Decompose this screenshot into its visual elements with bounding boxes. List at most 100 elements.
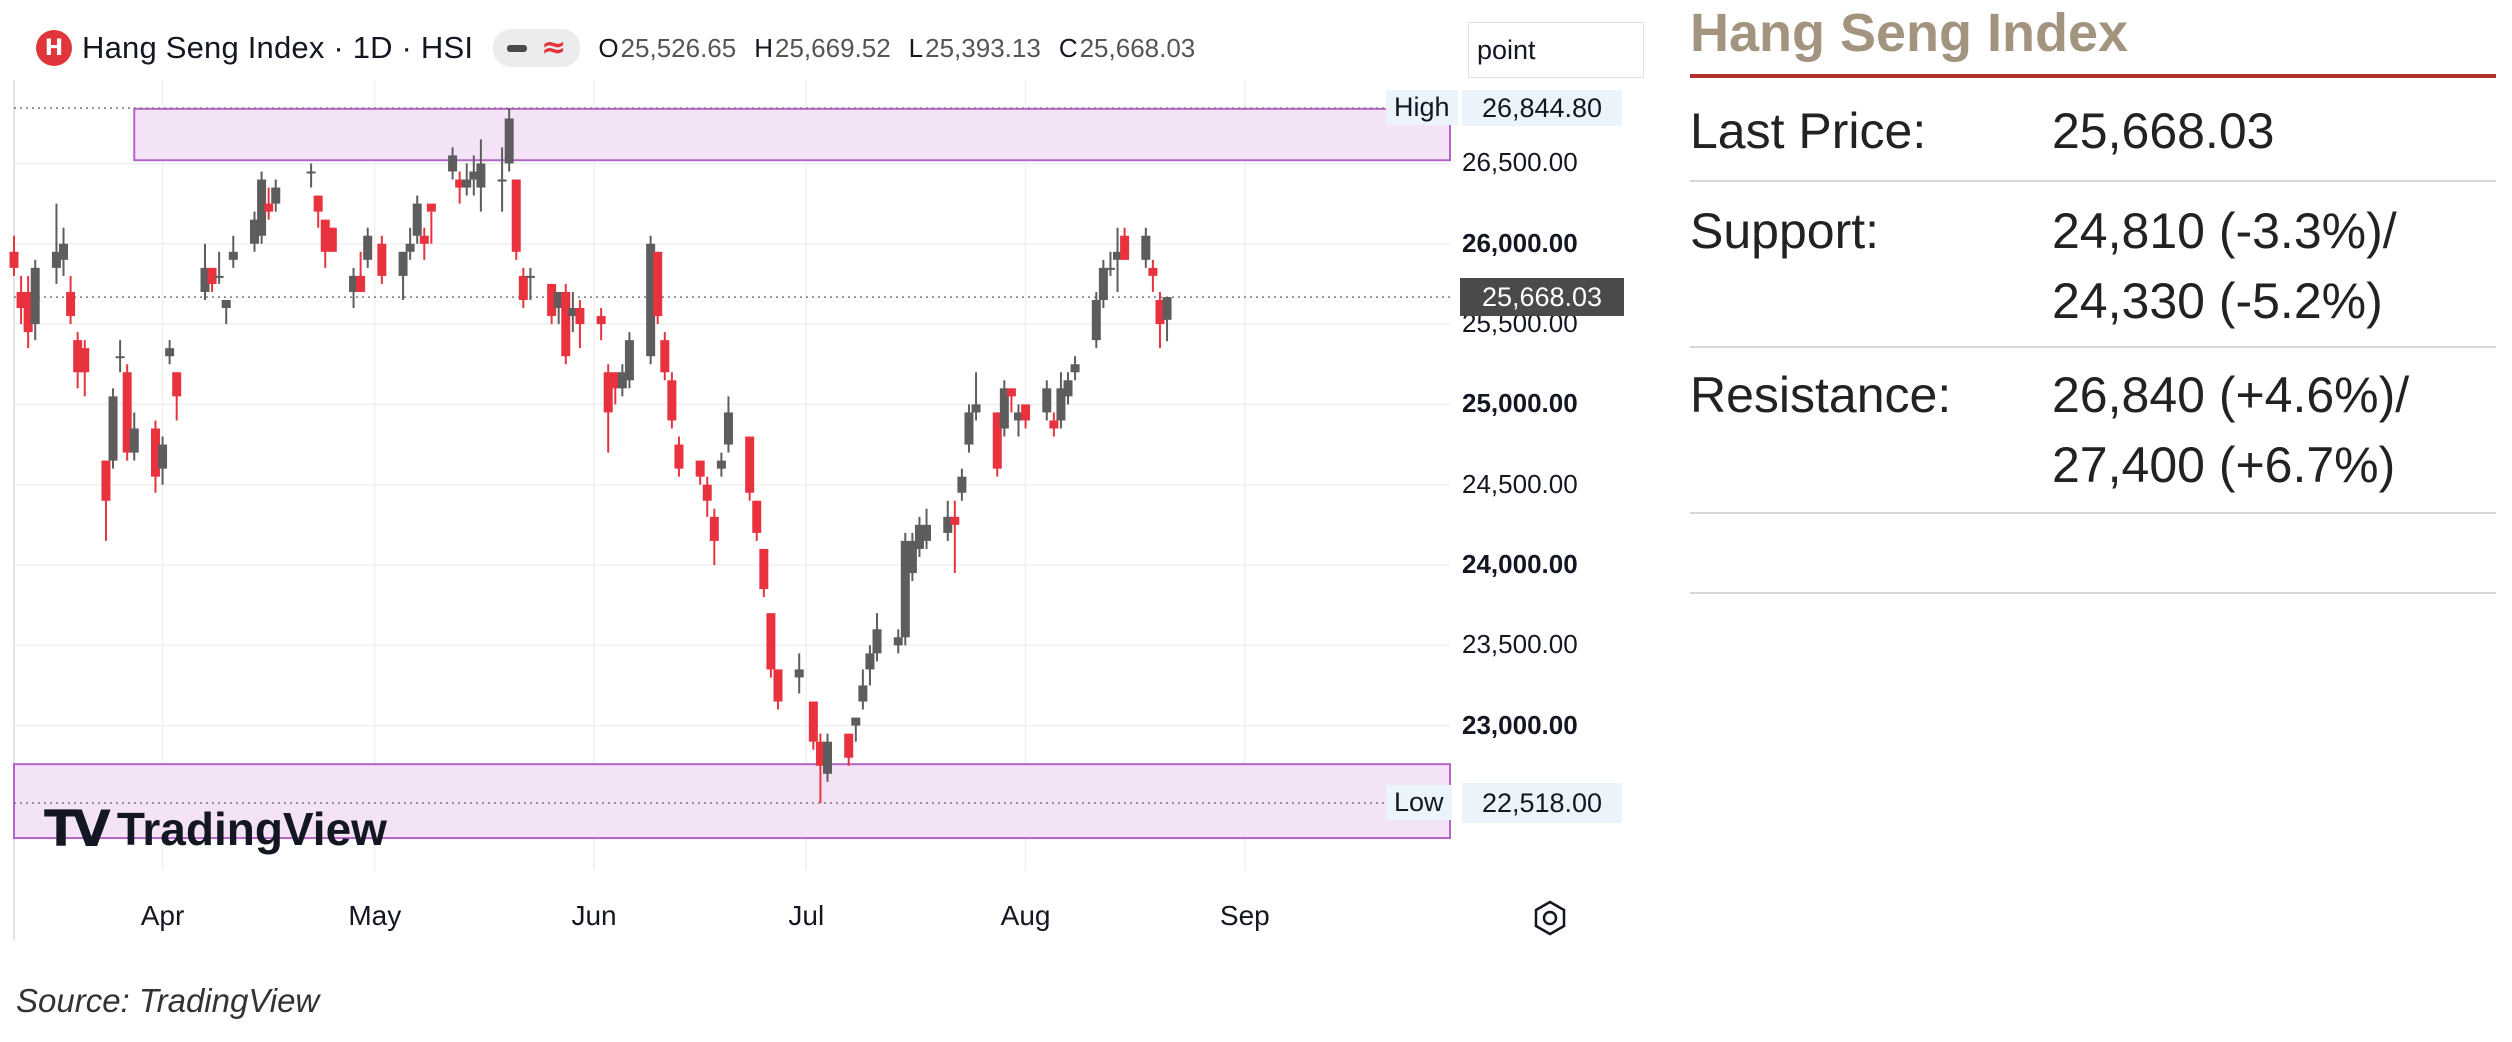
support-key: Support:: [1690, 203, 1880, 259]
candle-body: [702, 484, 712, 501]
candle-body: [653, 251, 663, 317]
candle-body: [426, 203, 436, 212]
candle-body: [922, 524, 932, 541]
candle-body: [822, 741, 832, 774]
panel-title: Hang Seng Index: [1690, 0, 2496, 78]
ohlc-close: C25,668.03: [1058, 32, 1196, 63]
resistance-1: 26,840 (+4.6%)/: [2052, 367, 2410, 423]
candle-body: [129, 428, 139, 453]
candle-body: [1021, 404, 1031, 421]
candle-body: [660, 340, 670, 373]
resistance-row: Resistance: 26,840 (+4.6%)/ 27,400 (+6.7…: [1690, 348, 2496, 514]
candle-body: [518, 275, 528, 300]
candle-body: [1141, 235, 1151, 260]
candle-body: [624, 340, 634, 381]
candle-body: [950, 516, 960, 525]
settings-gear-icon[interactable]: [1530, 898, 1570, 938]
month-label: Aug: [1000, 900, 1051, 931]
candle-body: [66, 291, 76, 317]
candle-body: [964, 412, 974, 445]
candle-body: [525, 275, 535, 278]
candle-body: [766, 613, 776, 670]
support-row: Support: 24,810 (-3.3%)/ 24,330 (-5.2%): [1690, 182, 2496, 348]
candle-body: [716, 460, 726, 469]
candle-body: [745, 436, 755, 493]
candle-body: [327, 227, 337, 252]
candle-body: [723, 412, 733, 445]
candle-body: [1063, 380, 1073, 397]
high-line-label: High: [1386, 90, 1458, 126]
ohlc-high: H25,669.52: [754, 32, 891, 63]
candle-body: [575, 308, 585, 325]
chart-header: H Hang Seng Index · 1D · HSI ≈ O25,526.6…: [36, 26, 1195, 70]
resistance-key: Resistance:: [1690, 367, 1952, 423]
candle-body: [667, 380, 677, 421]
low-line-label: Low: [1386, 785, 1452, 821]
candle-body: [695, 460, 705, 477]
price-tick-label: 23,500.00: [1462, 629, 1578, 660]
price-tick-label: 23,000.00: [1462, 709, 1578, 740]
candle-body: [363, 235, 373, 260]
candle-body: [844, 733, 854, 758]
support-values: 24,810 (-3.3%)/ 24,330 (-5.2%): [2052, 196, 2397, 336]
chart-area[interactable]: H Hang Seng Index · 1D · HSI ≈ O25,526.6…: [0, 0, 1644, 960]
candle-body: [709, 516, 719, 541]
candle-body: [1049, 420, 1059, 429]
candle-body: [9, 251, 19, 268]
candle-body: [794, 669, 804, 678]
candle-body: [115, 356, 125, 359]
candle-body: [228, 251, 238, 260]
candle-body: [1098, 267, 1108, 300]
candle-body: [1148, 267, 1158, 276]
tradingview-logo-icon: TV: [44, 800, 111, 858]
last-price-key: Last Price:: [1690, 103, 1927, 159]
candle-body: [504, 118, 514, 164]
chart-style-pill[interactable]: ≈: [493, 29, 581, 67]
candle-body: [1042, 388, 1052, 413]
candle-body: [865, 653, 875, 670]
candle-body: [108, 396, 118, 461]
candle-body: [1105, 267, 1115, 270]
info-panel: Hang Seng Index Last Price: 25,668.03 Su…: [1690, 0, 2496, 594]
candle-body: [221, 299, 231, 309]
last-price-tag: 25,668.03: [1460, 278, 1624, 317]
empty-row: [1690, 514, 2496, 594]
candle-body: [462, 179, 472, 188]
candle-body: [271, 187, 281, 204]
minus-icon[interactable]: [507, 44, 528, 52]
candle-body: [398, 251, 408, 276]
price-tick-label: 24,500.00: [1462, 468, 1578, 499]
price-tick-label: 25,000.00: [1462, 388, 1578, 419]
candle-body: [1162, 297, 1172, 320]
resistance-zone: [133, 107, 1452, 162]
candle-body: [957, 476, 967, 493]
candle-body: [158, 444, 168, 469]
candle-body: [59, 243, 69, 260]
symbol-title[interactable]: Hang Seng Index · 1D · HSI: [82, 30, 473, 66]
candle-body: [752, 500, 762, 533]
candle-body: [412, 203, 422, 236]
candle-body: [893, 637, 903, 646]
candle-body: [306, 171, 316, 174]
price-tick-label: 24,000.00: [1462, 549, 1578, 579]
candle-body: [1006, 388, 1016, 397]
candle-body: [497, 179, 507, 182]
candle-body: [773, 669, 783, 702]
candle-body: [511, 179, 521, 252]
candle-body: [172, 372, 182, 397]
candle-body: [448, 155, 458, 172]
point-input[interactable]: point: [1468, 22, 1644, 78]
approx-icon[interactable]: ≈: [541, 33, 566, 63]
last-price-value: 25,668.03: [2052, 103, 2275, 159]
ohlc-low: L25,393.13: [908, 32, 1041, 63]
source-caption: Source: TradingView: [16, 982, 320, 1019]
candle-body: [596, 316, 606, 325]
candle-body: [561, 291, 571, 357]
candle-body: [313, 195, 323, 212]
candle-body: [872, 629, 882, 654]
candle-body: [214, 275, 224, 278]
resistance-values: 26,840 (+4.6%)/ 27,400 (+6.7%): [2052, 360, 2409, 500]
support-1: 24,810 (-3.3%)/: [2052, 203, 2397, 259]
month-label: Sep: [1219, 900, 1270, 931]
candle-body: [851, 717, 861, 726]
